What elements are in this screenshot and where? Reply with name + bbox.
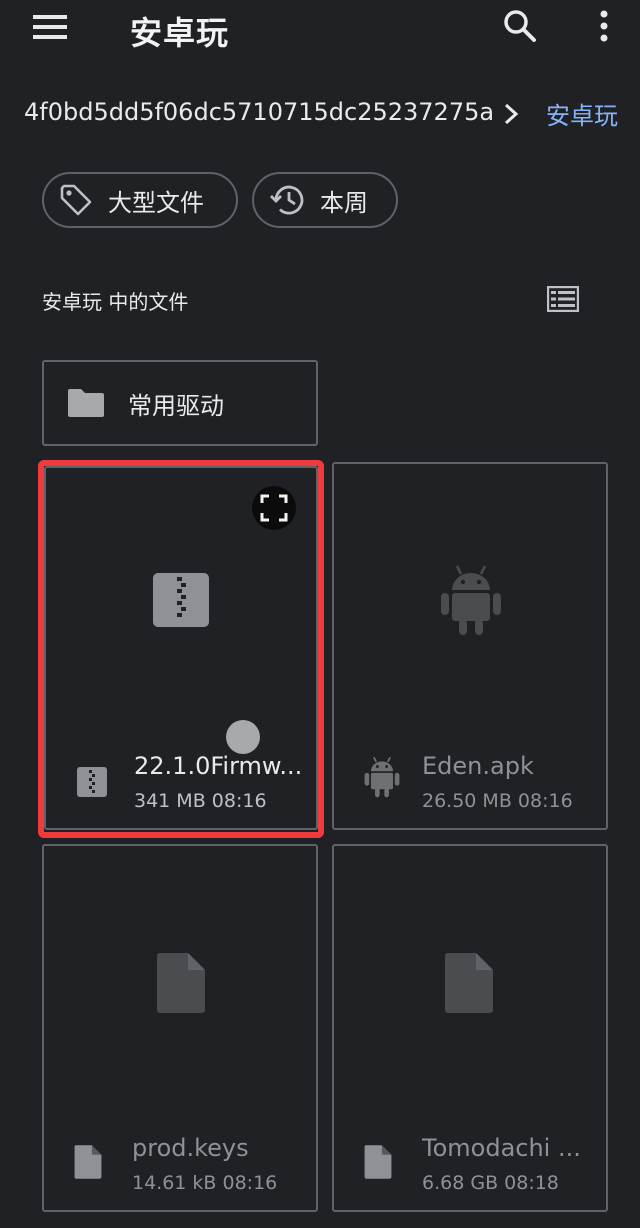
search-button[interactable] (498, 6, 542, 46)
document-icon (74, 1145, 102, 1179)
list-view-icon (547, 286, 579, 312)
breadcrumb-current[interactable]: 安卓玩 (546, 96, 618, 131)
file-name: Tomodachi ... (422, 1134, 581, 1162)
folder-card[interactable]: 常用驱动 (42, 360, 318, 446)
android-icon (364, 756, 400, 798)
file-meta: 6.68 GB 08:18 (422, 1172, 559, 1194)
menu-button[interactable] (30, 10, 70, 44)
folder-icon (68, 389, 104, 417)
chip-label: 本周 (320, 188, 368, 217)
filter-chip-this-week[interactable]: 本周 (252, 172, 398, 228)
section-title: 安卓玩 中的文件 (42, 290, 189, 314)
list-view-toggle[interactable] (544, 282, 582, 316)
document-icon (445, 953, 493, 1013)
folder-name: 常用驱动 (128, 391, 224, 420)
chevron-right-icon (498, 98, 524, 130)
archive-zip-icon (77, 767, 107, 797)
search-icon (504, 10, 536, 42)
file-card[interactable]: Eden.apk 26.50 MB 08:16 (332, 462, 608, 830)
file-meta: 341 MB 08:16 (134, 790, 267, 812)
file-card[interactable]: Tomodachi ... 6.68 GB 08:18 (332, 844, 608, 1212)
history-icon (270, 185, 304, 215)
document-icon (364, 1145, 392, 1179)
app-title: 安卓玩 (130, 14, 230, 52)
more-vert-icon (600, 10, 608, 42)
file-name: 22.1.0Firmw... (134, 752, 303, 780)
android-icon (441, 565, 501, 635)
chip-label: 大型文件 (108, 188, 204, 217)
more-options-button[interactable] (586, 6, 622, 46)
file-meta: 14.61 kB 08:16 (132, 1172, 278, 1194)
hamburger-menu-icon (33, 15, 67, 39)
file-name: prod.keys (132, 1134, 249, 1162)
filter-chip-large-files[interactable]: 大型文件 (42, 172, 238, 228)
selection-indicator[interactable] (226, 720, 260, 754)
fullscreen-icon (260, 494, 288, 522)
expand-preview-button[interactable] (252, 486, 296, 530)
archive-zip-icon (153, 573, 209, 627)
file-name: Eden.apk (422, 752, 534, 780)
tag-icon (60, 184, 92, 216)
file-card[interactable]: 22.1.0Firmw... 341 MB 08:16 (44, 466, 318, 830)
breadcrumb-parent[interactable]: 4f0bd5dd5f06dc5710715dc25237275a (24, 98, 494, 126)
document-icon (157, 953, 205, 1013)
file-meta: 26.50 MB 08:16 (422, 790, 573, 812)
file-card[interactable]: prod.keys 14.61 kB 08:16 (42, 844, 318, 1212)
